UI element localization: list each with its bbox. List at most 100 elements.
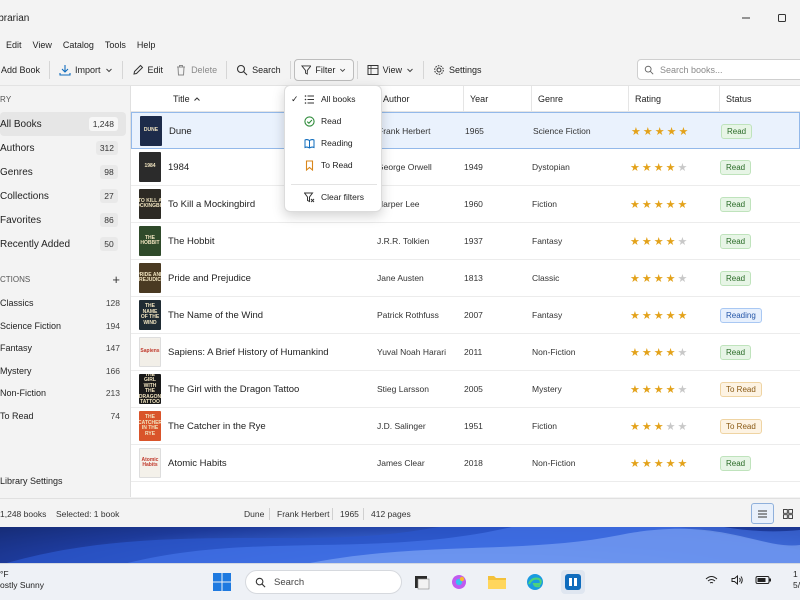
rating-stars[interactable]: ★ ★ ★ ★ ★ — [630, 408, 687, 444]
star-icon[interactable]: ★ — [631, 125, 641, 138]
search-books-input[interactable]: Search books... — [637, 59, 800, 80]
star-icon[interactable]: ★ — [642, 457, 652, 470]
collection-item-to-read[interactable]: To Read 74 — [0, 405, 130, 428]
star-icon[interactable]: ★ — [642, 161, 652, 174]
collection-item-non-fiction[interactable]: Non-Fiction 213 — [0, 382, 130, 405]
search-button[interactable]: Search — [230, 59, 287, 81]
librarian-app-button[interactable] — [561, 570, 585, 594]
star-icon[interactable]: ★ — [630, 198, 640, 211]
system-clock[interactable]: 1 5/ — [793, 569, 800, 591]
star-icon[interactable]: ★ — [678, 420, 688, 433]
rating-stars[interactable]: ★ ★ ★ ★ ★ — [630, 260, 687, 296]
star-icon[interactable]: ★ — [667, 125, 677, 138]
star-icon[interactable]: ★ — [654, 383, 664, 396]
table-row[interactable]: PRIDE AND PREJUDICE Pride and Prejudice Ja… — [131, 260, 800, 297]
sidebar-item-recently-added[interactable]: Recently Added 50 — [0, 232, 126, 256]
rating-stars[interactable]: ★ ★ ★ ★ ★ — [631, 113, 688, 149]
star-icon[interactable]: ★ — [678, 198, 688, 211]
star-icon[interactable]: ★ — [630, 161, 640, 174]
table-row[interactable]: Atomic Habits Atomic Habits James Clear 201… — [131, 445, 800, 482]
menu-view[interactable]: View — [33, 40, 59, 50]
add-book-button[interactable]: Add Book — [0, 59, 46, 81]
edge-browser-button[interactable] — [523, 570, 547, 594]
maximize-button[interactable] — [764, 0, 800, 36]
star-icon[interactable]: ★ — [630, 272, 640, 285]
star-icon[interactable]: ★ — [642, 309, 652, 322]
star-icon[interactable]: ★ — [654, 309, 664, 322]
start-button[interactable] — [210, 570, 234, 594]
star-icon[interactable]: ★ — [630, 383, 640, 396]
star-icon[interactable]: ★ — [666, 383, 676, 396]
sidebar-item-authors[interactable]: Authors 312 — [0, 136, 126, 160]
star-icon[interactable]: ★ — [642, 272, 652, 285]
menu-tools[interactable]: Tools — [105, 40, 133, 50]
filter-button[interactable]: Filter — [293, 58, 354, 81]
view-button[interactable]: View — [361, 59, 420, 81]
menu-edit[interactable]: Edit — [6, 40, 29, 50]
menu-help[interactable]: Help — [137, 40, 163, 50]
table-row[interactable]: THE NAME OF THE WIND The Name of the Wind… — [131, 297, 800, 334]
star-icon[interactable]: ★ — [654, 420, 664, 433]
star-icon[interactable]: ★ — [678, 235, 688, 248]
table-row[interactable]: THE GIRL WITH THE DRAGON TATTOO The Girl … — [131, 371, 800, 408]
star-icon[interactable]: ★ — [630, 346, 640, 359]
table-row[interactable]: 1984 1984 George Orwell 1949 Dystopian ★ ★ ★ ★ ★ R… — [131, 149, 800, 186]
filter-option-all-books[interactable]: ✓ All books — [285, 88, 383, 110]
star-icon[interactable]: ★ — [666, 346, 676, 359]
star-icon[interactable]: ★ — [666, 235, 676, 248]
star-icon[interactable]: ★ — [642, 198, 652, 211]
star-icon[interactable]: ★ — [666, 457, 676, 470]
rating-stars[interactable]: ★ ★ ★ ★ ★ — [630, 149, 687, 185]
star-icon[interactable]: ★ — [654, 457, 664, 470]
star-icon[interactable]: ★ — [666, 309, 676, 322]
edit-button[interactable]: Edit — [126, 59, 170, 81]
settings-button[interactable]: Settings — [427, 59, 488, 81]
table-row[interactable]: Sapiens Sapiens: A Brief History of Human… — [131, 334, 800, 371]
star-icon[interactable]: ★ — [654, 235, 664, 248]
taskbar-search[interactable]: Search — [245, 570, 402, 594]
rating-stars[interactable]: ★ ★ ★ ★ ★ — [630, 297, 687, 333]
table-row[interactable]: THE HOBBIT The Hobbit J.R.R. Tolkien 1937 Fa… — [131, 223, 800, 260]
star-icon[interactable]: ★ — [655, 125, 665, 138]
star-icon[interactable]: ★ — [654, 272, 664, 285]
menu-catalog[interactable]: Catalog — [63, 40, 101, 50]
star-icon[interactable]: ★ — [630, 457, 640, 470]
library-settings-link[interactable]: Library Settings — [0, 476, 63, 486]
sidebar-item-all-books[interactable]: All Books 1,248 — [0, 112, 126, 136]
star-icon[interactable]: ★ — [679, 125, 689, 138]
star-icon[interactable]: ★ — [678, 272, 688, 285]
star-icon[interactable]: ★ — [678, 383, 688, 396]
collection-item-science-fiction[interactable]: Science Fiction 194 — [0, 315, 130, 338]
star-icon[interactable]: ★ — [642, 235, 652, 248]
list-view-button[interactable] — [751, 503, 774, 524]
collection-item-mystery[interactable]: Mystery 166 — [0, 360, 130, 383]
column-header-title[interactable]: Title — [167, 86, 201, 112]
table-row[interactable]: THE CATCHER IN THE RYE The Catcher in the… — [131, 408, 800, 445]
filter-option-reading[interactable]: Reading — [285, 132, 383, 154]
grid-view-button[interactable] — [776, 503, 799, 524]
column-header-genre[interactable]: Genre — [531, 86, 563, 112]
star-icon[interactable]: ★ — [630, 235, 640, 248]
sidebar-item-collections[interactable]: Collections 27 — [0, 184, 126, 208]
column-header-year[interactable]: Year — [463, 86, 488, 112]
star-icon[interactable]: ★ — [654, 346, 664, 359]
sidebar-item-genres[interactable]: Genres 98 — [0, 160, 126, 184]
import-button[interactable]: Import — [53, 59, 119, 81]
column-header-status[interactable]: Status — [719, 86, 752, 112]
sidebar-item-favorites[interactable]: Favorites 86 — [0, 208, 126, 232]
rating-stars[interactable]: ★ ★ ★ ★ ★ — [630, 334, 687, 370]
star-icon[interactable]: ★ — [642, 420, 652, 433]
star-icon[interactable]: ★ — [630, 309, 640, 322]
column-header-rating[interactable]: Rating — [628, 86, 661, 112]
star-icon[interactable]: ★ — [630, 420, 640, 433]
file-explorer-button[interactable] — [485, 570, 509, 594]
filter-option-to-read[interactable]: To Read — [285, 154, 383, 176]
minimize-button[interactable] — [728, 0, 764, 36]
star-icon[interactable]: ★ — [666, 272, 676, 285]
star-icon[interactable]: ★ — [654, 161, 664, 174]
rating-stars[interactable]: ★ ★ ★ ★ ★ — [630, 445, 687, 481]
rating-stars[interactable]: ★ ★ ★ ★ ★ — [630, 223, 687, 259]
wifi-icon[interactable] — [705, 575, 718, 588]
star-icon[interactable]: ★ — [642, 346, 652, 359]
star-icon[interactable]: ★ — [643, 125, 653, 138]
